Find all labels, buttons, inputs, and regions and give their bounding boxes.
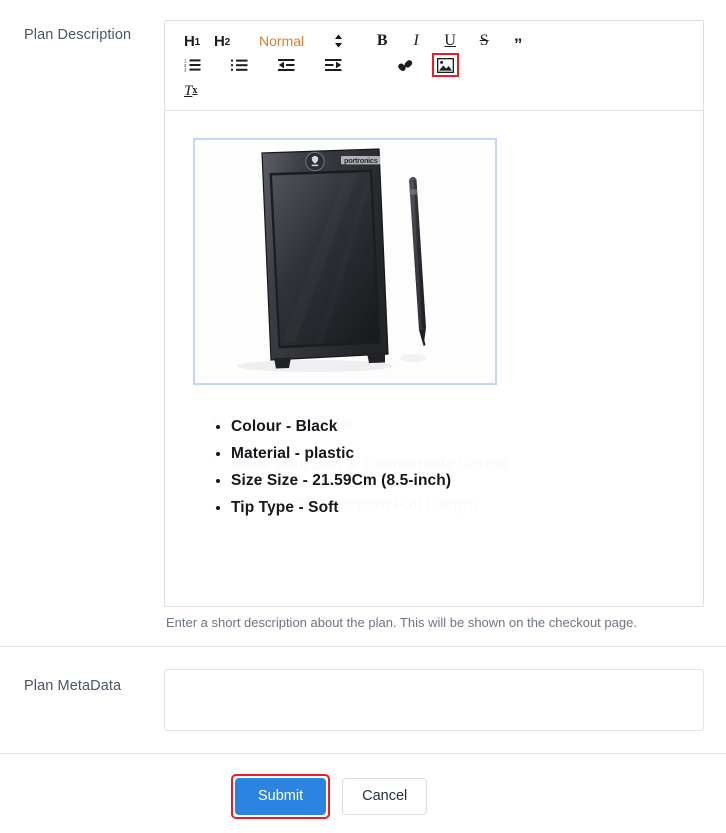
heading-2-label: H (214, 32, 225, 50)
blockquote-button[interactable]: ” (507, 29, 529, 53)
image-icon[interactable] (432, 53, 459, 77)
underline-button[interactable]: U (439, 29, 461, 53)
product-image[interactable]: portronics (195, 140, 495, 383)
toolbar-row-2: Tx (177, 77, 693, 103)
plan-metadata-label: Plan MetaData (24, 678, 122, 694)
plan-description-help-text: Enter a short description about the plan… (166, 615, 637, 630)
clear-formatting-sub: x (192, 85, 198, 96)
heading-1-sub: 1 (194, 37, 201, 48)
heading-1-button[interactable]: H1 (179, 29, 205, 53)
description-bullet-list: Colour - Black Material - plastic Size S… (193, 413, 687, 521)
clear-formatting-label: T (184, 82, 193, 99)
heading-2-button[interactable]: H2 (209, 29, 235, 53)
plan-description-label: Plan Description (24, 27, 132, 43)
list-item: Material - plastic (231, 440, 687, 467)
heading-2-sub: 2 (224, 37, 231, 48)
toolbar-inline-group: B I U S ” (369, 29, 531, 53)
inserted-image-selection[interactable]: portronics (193, 138, 497, 385)
list-item: Tip Type - Soft (231, 494, 687, 521)
strikethrough-button[interactable]: S (473, 29, 495, 53)
svg-text:portronics: portronics (344, 156, 378, 165)
list-item: Size Size - 21.59Cm (8.5-inch) (231, 467, 687, 494)
toolbar-insert-group (391, 53, 461, 77)
editor-toolbar: H1 H2 Normal B I U S ” 1 2 3 T x (165, 21, 703, 111)
format-select[interactable]: Normal (259, 33, 343, 49)
indent-icon[interactable] (320, 53, 347, 77)
link-icon[interactable] (393, 53, 420, 77)
italic-button[interactable]: I (405, 29, 427, 53)
svg-text:3: 3 (184, 67, 187, 72)
editor-content-area[interactable]: Fit Type: Athletic Made With Soft & Comf… (165, 111, 703, 606)
ordered-list-icon[interactable]: 1 2 3 (179, 53, 206, 77)
clear-formatting-button[interactable]: Tx (179, 79, 202, 103)
heading-1-label: H (184, 32, 195, 50)
chevron-updown-icon (334, 34, 343, 48)
bullet-list-icon[interactable] (226, 53, 253, 77)
list-item: Colour - Black (231, 413, 687, 440)
plan-form-page: Plan Description H1 H2 Normal B I U S ” … (0, 0, 726, 833)
cancel-button[interactable]: Cancel (342, 778, 428, 815)
format-select-value: Normal (259, 33, 305, 49)
submit-button[interactable]: Submit (235, 778, 327, 815)
plan-metadata-row: Plan MetaData (0, 647, 726, 753)
plan-metadata-input[interactable] (164, 669, 704, 731)
plan-description-row: Plan Description H1 H2 Normal B I U S ” … (0, 0, 726, 646)
outdent-icon[interactable] (273, 53, 300, 77)
toolbar-heading-group: H1 H2 (177, 29, 237, 53)
plan-description-control: H1 H2 Normal B I U S ” 1 2 3 T x • Fit T… (164, 20, 704, 632)
bold-button[interactable]: B (371, 29, 393, 53)
toolbar-list-group: 1 2 3 (177, 53, 349, 77)
rich-text-editor[interactable]: H1 H2 Normal B I U S ” 1 2 3 T x • Fit T… (164, 20, 704, 607)
form-actions: Submit Cancel (0, 754, 726, 819)
plan-metadata-control (164, 669, 704, 731)
submit-button-highlight: Submit (231, 774, 331, 819)
